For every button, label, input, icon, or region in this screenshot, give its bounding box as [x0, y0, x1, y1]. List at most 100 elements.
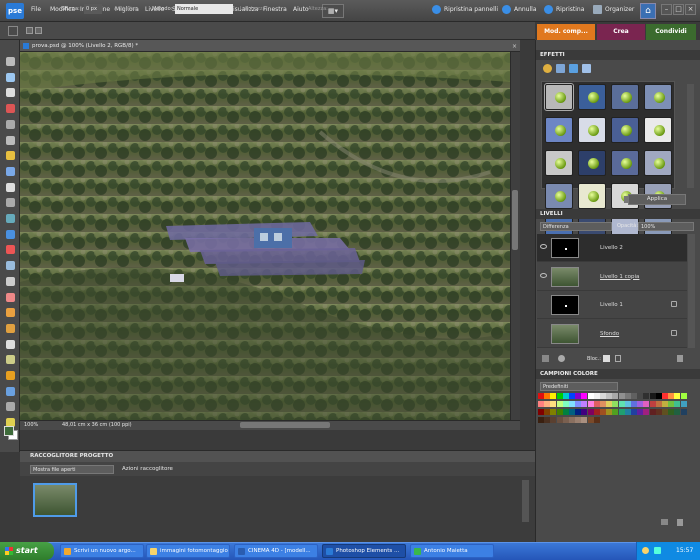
- reset-panels-button[interactable]: Ripristina pannelli: [432, 5, 498, 14]
- taskbar-button[interactable]: Photoshop Elements ...: [322, 544, 406, 558]
- color-swatch[interactable]: [538, 409, 544, 415]
- taskbar-button[interactable]: CINEMA 4D - [modell...: [234, 544, 318, 558]
- color-swatch[interactable]: [581, 393, 588, 399]
- horizontal-scroll-thumb[interactable]: [240, 422, 330, 428]
- effects-category-icons[interactable]: [543, 64, 595, 75]
- smart-brush-tool-icon[interactable]: [6, 339, 15, 349]
- hand-tool-icon[interactable]: [6, 88, 15, 98]
- color-swatch[interactable]: [631, 401, 637, 407]
- color-swatch[interactable]: [680, 409, 687, 415]
- color-swatch[interactable]: [637, 401, 644, 407]
- color-swatch[interactable]: [662, 393, 668, 399]
- type-tool-icon[interactable]: [6, 182, 15, 192]
- lock-transparency-icon[interactable]: [603, 355, 610, 362]
- color-swatch[interactable]: [556, 409, 563, 415]
- new-layer-icon[interactable]: [542, 355, 549, 362]
- zoom-tool-icon[interactable]: [6, 72, 15, 82]
- effect-thumbnail[interactable]: [545, 183, 573, 209]
- menu-aiuto[interactable]: Aiuto: [293, 6, 309, 13]
- color-swatch[interactable]: [587, 393, 594, 399]
- color-swatch[interactable]: [624, 409, 631, 415]
- home-button[interactable]: ⌂: [640, 3, 656, 19]
- color-swatch[interactable]: [587, 409, 594, 415]
- color-swatch[interactable]: [575, 417, 582, 423]
- effect-thumbnail[interactable]: [544, 83, 574, 111]
- visibility-eye-icon[interactable]: [540, 272, 547, 278]
- opacity-input[interactable]: 100%: [638, 222, 694, 231]
- color-swatch[interactable]: [550, 393, 557, 399]
- menu-file[interactable]: File: [31, 6, 41, 13]
- color-swatch[interactable]: [624, 393, 631, 399]
- layer-blend-mode-select[interactable]: Differenza: [540, 222, 612, 231]
- color-swatch[interactable]: [674, 401, 681, 407]
- tray-icon[interactable]: [642, 547, 649, 554]
- gradient-tool-icon[interactable]: [6, 371, 15, 380]
- color-swatch[interactable]: [581, 401, 588, 407]
- color-swatch[interactable]: [581, 409, 588, 415]
- foreground-color-swatch[interactable]: [4, 426, 14, 436]
- lock-all-icon[interactable]: [615, 355, 621, 362]
- color-swatch[interactable]: [631, 409, 637, 415]
- effect-thumbnail[interactable]: [578, 183, 606, 209]
- effect-thumbnail[interactable]: [644, 117, 672, 143]
- color-swatch[interactable]: [575, 409, 582, 415]
- bin-scrollbar[interactable]: [522, 480, 529, 522]
- color-swatch[interactable]: [550, 409, 557, 415]
- visibility-eye-icon[interactable]: [540, 244, 547, 249]
- color-swatch[interactable]: [649, 401, 656, 407]
- layer-row[interactable]: Sfondo: [537, 320, 687, 348]
- effect-thumbnail[interactable]: [611, 150, 639, 176]
- mode-tab-2[interactable]: Condividi: [646, 24, 696, 40]
- healing-tool-icon[interactable]: [6, 261, 15, 271]
- effect-thumbnail[interactable]: [545, 117, 573, 143]
- crop-tool-icon[interactable]: [6, 198, 15, 208]
- color-swatch[interactable]: [674, 393, 681, 399]
- color-swatch[interactable]: [575, 393, 582, 399]
- color-swatch[interactable]: [674, 409, 681, 415]
- effect-thumbnail[interactable]: [578, 84, 606, 110]
- color-swatch[interactable]: [562, 409, 569, 415]
- delete-layer-icon[interactable]: [677, 355, 683, 362]
- color-swatch[interactable]: [612, 409, 619, 415]
- color-swatch[interactable]: [649, 393, 656, 399]
- effects-scrollbar[interactable]: [687, 84, 694, 188]
- close-window-button[interactable]: ×: [685, 4, 696, 15]
- color-swatch[interactable]: [637, 393, 644, 399]
- color-swatch[interactable]: [556, 401, 563, 407]
- color-swatch[interactable]: [587, 417, 594, 423]
- effect-thumbnail[interactable]: [578, 117, 606, 143]
- pencil-tool-icon[interactable]: [6, 308, 15, 318]
- swatch-grid[interactable]: [538, 393, 688, 435]
- redo-button[interactable]: Ripristina: [544, 5, 584, 14]
- color-swatch[interactable]: [538, 401, 544, 407]
- color-swatch[interactable]: [655, 393, 662, 399]
- quick-selection-tool-icon[interactable]: [6, 166, 15, 176]
- color-swatch[interactable]: [544, 401, 551, 407]
- taskbar-button[interactable]: immagini fotomontaggio: [146, 544, 230, 558]
- bin-actions-menu[interactable]: Azioni raccoglitore: [122, 466, 173, 472]
- close-document-icon[interactable]: ×: [512, 43, 517, 50]
- layer-row[interactable]: Livello 1: [537, 291, 687, 319]
- clone-tool-icon[interactable]: [6, 276, 15, 286]
- color-swatch[interactable]: [680, 393, 687, 399]
- effect-thumbnail[interactable]: [644, 84, 672, 110]
- color-swatch[interactable]: [550, 401, 557, 407]
- color-swatch[interactable]: [556, 417, 563, 423]
- color-swatch[interactable]: [569, 417, 575, 423]
- color-swatch[interactable]: [562, 417, 569, 423]
- color-swatch[interactable]: [637, 409, 644, 415]
- network-icon[interactable]: [654, 547, 661, 554]
- effect-thumbnail[interactable]: [611, 84, 639, 110]
- color-swatch[interactable]: [655, 401, 662, 407]
- color-swatch[interactable]: [662, 401, 668, 407]
- blur-tool-icon[interactable]: [6, 402, 15, 412]
- zoom-readout[interactable]: 100%: [24, 422, 38, 428]
- effect-thumbnail[interactable]: [578, 150, 606, 176]
- swatch-preset-select[interactable]: Predefiniti: [540, 382, 618, 391]
- undo-button[interactable]: Annulla: [502, 5, 537, 14]
- taskbar-button[interactable]: Antonio Maietta: [410, 544, 494, 558]
- mode-tab-0[interactable]: Mod. comp...: [537, 24, 595, 40]
- color-swatch[interactable]: [643, 401, 650, 407]
- color-swatch[interactable]: [600, 409, 606, 415]
- delete-swatch-icon[interactable]: [677, 519, 683, 526]
